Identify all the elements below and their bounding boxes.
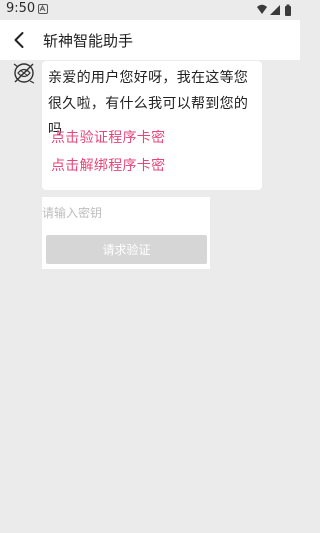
back-arrow-icon <box>14 32 24 48</box>
bot-message-bubble: 亲爱的用户您好呀，我在这等您很久啦，有什么我可以帮到您的吗 点击验证程序卡密 点… <box>42 61 262 190</box>
signal-icon <box>270 5 280 15</box>
notification-a-icon <box>38 4 48 14</box>
app-bar: 斩神智能助手 <box>0 20 300 60</box>
status-bar: 9:50 <box>0 0 300 20</box>
key-input[interactable] <box>42 200 202 226</box>
bot-avatar-icon <box>13 63 35 84</box>
request-verify-button[interactable]: 请求验证 <box>46 235 207 264</box>
status-time: 9:50 <box>6 1 36 16</box>
unbind-key-link[interactable]: 点击解绑程序卡密 <box>51 155 165 175</box>
verify-key-link[interactable]: 点击验证程序卡密 <box>51 127 165 147</box>
status-icons <box>257 4 291 16</box>
back-button[interactable] <box>6 26 34 54</box>
battery-icon <box>285 4 291 16</box>
page-title: 斩神智能助手 <box>43 32 134 50</box>
wifi-icon <box>257 4 267 14</box>
key-form-card: 请求验证 <box>42 197 210 269</box>
